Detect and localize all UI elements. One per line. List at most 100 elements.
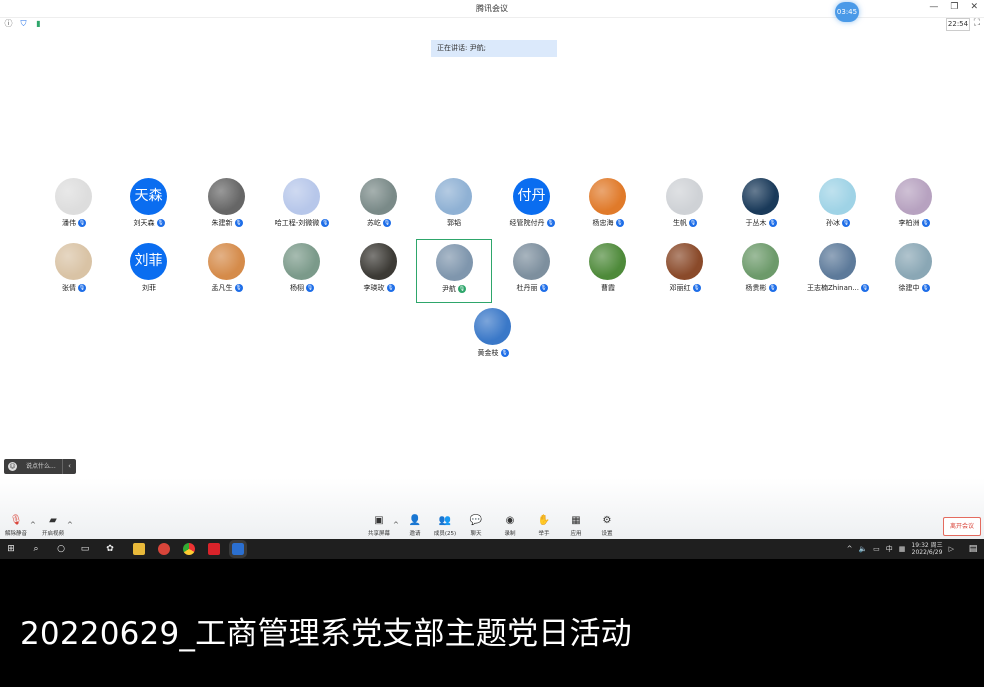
participant-name: 李柏洲 🎙	[876, 218, 952, 228]
unmute-button[interactable]: 🎙 解除静音	[0, 515, 34, 537]
record-button[interactable]: ◉ 录制	[492, 515, 528, 537]
participant-tile[interactable]: 杜丹丽 🎙	[494, 242, 570, 306]
notification-icon[interactable]: ▤	[967, 543, 979, 555]
participant-tile[interactable]: 朱建新 🎙	[189, 177, 265, 241]
participant-tile[interactable]: 哈工程-刘微微 🎙	[264, 177, 340, 241]
keyboard-icon[interactable]: ▦	[899, 545, 906, 553]
chat-icon: 💬	[469, 515, 483, 526]
participant-tile[interactable]: 杨忠海 🎙	[570, 177, 646, 241]
participant-tile[interactable]: 潘伟 🎙	[36, 177, 112, 241]
participant-name: 徐建中 🎙	[876, 283, 952, 293]
participant-name-text: 于丛木	[745, 219, 767, 227]
search-icon[interactable]: ⌕	[30, 543, 42, 555]
taskbar-date: 2022/6/29	[911, 549, 943, 556]
participant-name: 李瑛玫 🎙	[341, 283, 417, 293]
play-icon[interactable]: ▷	[949, 545, 954, 553]
participant-tile[interactable]: 曹霞	[570, 242, 646, 306]
task-view-icon[interactable]: ▭	[79, 543, 91, 555]
participant-name-text: 黄金枝	[477, 349, 499, 357]
participant-name-text: 孟凡生	[211, 284, 233, 292]
video-options-caret[interactable]: ^	[67, 521, 73, 529]
participant-name-text: 孙冰	[826, 219, 840, 227]
share-screen-label: 共享屏幕	[367, 531, 390, 537]
chevron-up-icon[interactable]: ^	[847, 545, 853, 553]
participant-name: 张倩 🎙	[36, 283, 112, 293]
mic-icon: 🎙	[768, 284, 777, 292]
participant-tile[interactable]: 杨栩 🎙	[264, 242, 340, 306]
participant-tile[interactable]: 于丛木 🎙	[723, 177, 799, 241]
avatar	[435, 178, 472, 215]
participant-name-text: 生帆	[673, 219, 687, 227]
record-label: 录制	[504, 531, 516, 537]
mic-icon: 🎙	[539, 284, 548, 292]
taskbar-clock[interactable]: 19:32 周三 2022/6/29	[911, 542, 942, 556]
mic-icon: 🎙	[156, 219, 165, 227]
participant-tile[interactable]: 杨贵彬 🎙	[723, 242, 799, 306]
mic-icon: 🎙	[78, 284, 86, 292]
windows-taskbar: ⊞ ⌕ ○ ▭ ✿ ^ 🔈 ▭ 中 ▦ 19:32 周三 2022/6/29 ▷…	[0, 539, 984, 559]
settings-label: 设置	[601, 531, 613, 537]
participant-name-text: 杨贵彬	[745, 284, 767, 292]
participant-name: 刘菲	[111, 283, 187, 293]
avatar: 刘菲	[130, 243, 167, 280]
participant-name-text: 徐建中	[898, 284, 920, 292]
participant-tile[interactable]: 黄金枝 🎙	[455, 307, 531, 371]
meeting-toolbar: 🎙 解除静音 ^ ▰ 开启视频 ^ ▣ 共享屏幕 ^ 👤 邀请 👥 成员(25)…	[0, 478, 984, 539]
participant-tile[interactable]: 尹航 🎙	[416, 239, 492, 303]
participant-name-text: 哈工程-刘微微	[274, 219, 320, 227]
volume-icon[interactable]: 🔈	[858, 545, 867, 553]
mic-icon: 🎙	[768, 219, 777, 227]
participant-tile[interactable]: 孟凡生 🎙	[189, 242, 265, 306]
hand-icon: ✋	[537, 515, 551, 526]
participant-name-text: 尹航	[442, 285, 456, 293]
participant-tile[interactable]: 李瑛玫 🎙	[341, 242, 417, 306]
pdf-app-icon[interactable]	[208, 543, 220, 555]
browser-icon[interactable]	[158, 543, 170, 555]
avatar: 付丹	[513, 178, 550, 215]
participant-tile[interactable]: 徐建中 🎙	[876, 242, 952, 306]
participant-tile[interactable]: 苏屹 🎙	[341, 177, 417, 241]
participant-tile[interactable]: 邓丽红 🎙	[647, 242, 723, 306]
tencent-meeting-icon[interactable]	[229, 540, 247, 558]
cortana-icon[interactable]: ○	[55, 543, 67, 555]
taskbar-time: 19:32 周三	[911, 542, 943, 549]
leave-meeting-button[interactable]: 离开会议	[943, 517, 981, 536]
chat-button[interactable]: 💬 聊天	[458, 515, 494, 537]
camera-off-icon: ▰	[49, 515, 57, 526]
participant-name-text: 邓丽红	[669, 284, 691, 292]
collapse-icon[interactable]: ‹	[62, 459, 76, 474]
participant-tile[interactable]: 孙冰 🎙	[800, 177, 876, 241]
participant-tile[interactable]: 刘菲 刘菲	[111, 242, 187, 306]
participant-tile[interactable]: 郭韬	[416, 177, 492, 241]
participant-tile[interactable]: 生帆 🎙	[647, 177, 723, 241]
start-video-button[interactable]: ▰ 开启视频	[35, 515, 71, 537]
participant-name-text: 刘天森	[133, 219, 155, 227]
app-icon[interactable]: ✿	[104, 543, 116, 555]
avatar	[55, 243, 92, 280]
folder-icon[interactable]	[133, 543, 145, 555]
windows-start-icon[interactable]: ⊞	[5, 543, 17, 555]
ime-indicator[interactable]: 中	[886, 544, 893, 554]
participant-tile[interactable]: 张倩 🎙	[36, 242, 112, 306]
mic-icon: 🎙	[458, 285, 466, 293]
participant-name-text: 朱建新	[211, 219, 233, 227]
participant-tile[interactable]: 王志楠Zhinan... 🎙	[800, 242, 876, 306]
chrome-icon[interactable]	[183, 543, 195, 555]
participant-tile[interactable]: 付丹经管院付丹 🎙	[494, 177, 570, 241]
emoji-icon[interactable]: ☺	[8, 462, 17, 471]
participant-tile[interactable]: 李柏洲 🎙	[876, 177, 952, 241]
participant-tile[interactable]: 天森 刘天森 🎙	[111, 177, 187, 241]
participant-name: 孙冰 🎙	[800, 218, 876, 228]
network-icon[interactable]: ▭	[873, 545, 880, 553]
participant-name: 杜丹丽 🎙	[494, 283, 570, 293]
avatar	[819, 178, 856, 215]
share-screen-button[interactable]: ▣ 共享屏幕	[361, 515, 397, 537]
participant-name: 孟凡生 🎙	[189, 283, 265, 293]
chat-hint[interactable]: ☺ 说点什么... ‹	[4, 459, 76, 474]
mic-icon: 🎙	[861, 284, 869, 292]
participant-name: 经管院付丹 🎙	[494, 218, 570, 228]
raise-hand-button[interactable]: ✋ 举手	[526, 515, 562, 537]
settings-button[interactable]: ⚙ 设置	[589, 515, 625, 537]
record-icon: ◉	[505, 515, 515, 526]
avatar	[895, 178, 932, 215]
